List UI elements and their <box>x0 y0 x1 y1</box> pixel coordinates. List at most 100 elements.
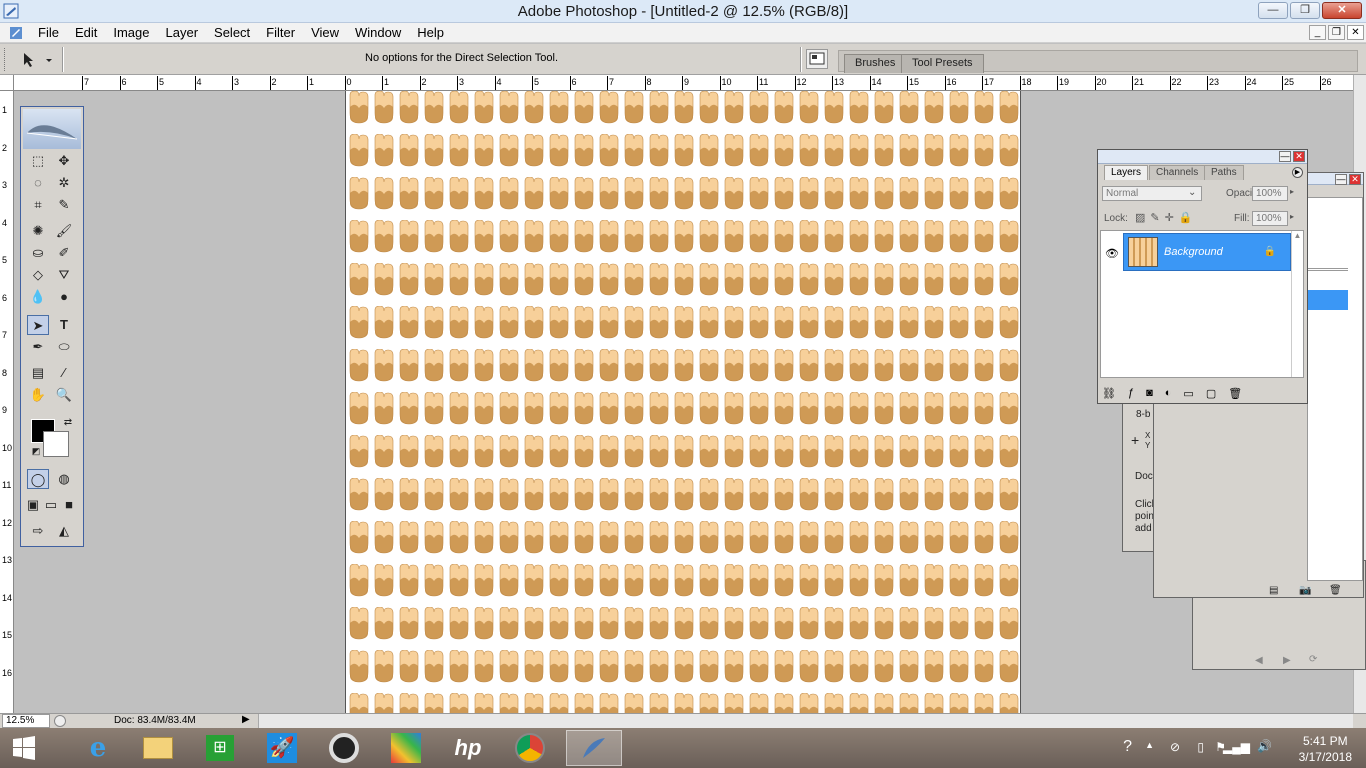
horizontal-scrollbar[interactable] <box>258 714 1353 728</box>
signal-icon[interactable]: ▂▄▆ <box>1223 740 1250 754</box>
layer-row-background[interactable]: Background 🔒 <box>1123 233 1291 271</box>
new-group-icon[interactable]: ▭ <box>1183 387 1193 400</box>
history-close-button[interactable]: ✕ <box>1349 174 1361 185</box>
opacity-input[interactable]: 100% <box>1252 186 1288 201</box>
tool-preset-picker[interactable] <box>20 50 60 70</box>
history-state-selected[interactable] <box>1308 290 1348 310</box>
tab-paths[interactable]: Paths <box>1204 165 1244 180</box>
standard-mode-icon[interactable]: ◯ <box>27 469 49 489</box>
nav-forward-icon[interactable]: ▶ <box>1283 655 1291 666</box>
ruler-origin[interactable] <box>0 75 14 91</box>
menu-select[interactable]: Select <box>206 25 258 41</box>
layers-scrollbar[interactable]: ▲ <box>1291 231 1303 377</box>
clone-stamp-icon[interactable]: ⛀ <box>27 243 49 263</box>
doc-close-button[interactable]: ✕ <box>1347 25 1364 40</box>
toolbox-header[interactable] <box>23 109 81 149</box>
tab-layers[interactable]: Layers <box>1104 165 1149 180</box>
menu-view[interactable]: View <box>303 25 347 41</box>
app-rocket-icon[interactable]: 🚀 <box>256 730 308 766</box>
layers-menu-icon[interactable]: ▶ <box>1292 167 1303 178</box>
nav-refresh-icon[interactable]: ⟳ <box>1309 654 1317 665</box>
blend-mode-select[interactable]: Normal <box>1102 186 1202 201</box>
menu-help[interactable]: Help <box>409 25 452 41</box>
history-new-doc-icon[interactable]: ▤ <box>1269 585 1278 596</box>
history-list[interactable] <box>1307 197 1363 581</box>
visibility-eye-icon[interactable]: 👁 <box>1105 247 1119 260</box>
tray-expand-icon[interactable]: ▲ <box>1145 740 1154 750</box>
history-snapshot-icon[interactable]: 📷 <box>1299 585 1311 596</box>
brush-tool-icon[interactable]: 🖌 <box>53 221 75 241</box>
move-tool-icon[interactable]: ✥ <box>53 151 75 171</box>
lasso-tool-icon[interactable]: ◌ <box>27 173 49 193</box>
notes-tool-icon[interactable]: ▤ <box>27 363 49 383</box>
help-icon[interactable]: ? <box>1123 738 1132 756</box>
photoshop-taskbar-icon[interactable] <box>566 730 622 766</box>
nav-back-icon[interactable]: ◀ <box>1255 655 1263 666</box>
menu-file[interactable]: File <box>30 25 67 41</box>
default-colors-icon[interactable]: ◩ <box>25 441 47 461</box>
eraser-tool-icon[interactable]: ◇ <box>27 265 49 285</box>
hp-icon[interactable]: hp <box>442 730 494 766</box>
history-minimize-button[interactable]: — <box>1335 174 1347 185</box>
horizontal-ruler[interactable]: 7 6 5 4 3 2 1 0 1 2 3 4 5 6 7 8 9 10 11 12 13 14 15 16 17 18 19 20 2… <box>14 75 1360 91</box>
pen-tool-icon[interactable]: ✒ <box>27 337 49 357</box>
vertical-ruler[interactable]: 1 2 3 4 5 6 7 8 9 10 11 12 13 14 15 16 <box>0 91 14 713</box>
screen-mode-full-icon[interactable]: ■ <box>61 495 77 515</box>
lock-icons[interactable]: ▨✎✛🔒 <box>1135 211 1198 224</box>
ie-icon[interactable]: e <box>72 730 124 766</box>
network-blocked-icon[interactable]: ⊘ <box>1170 740 1180 754</box>
blend-mode-chevron-icon[interactable]: ⌄ <box>1188 187 1196 198</box>
webcam-icon[interactable] <box>318 730 370 766</box>
imageready-jump-icon[interactable]: ⇨ <box>27 521 49 541</box>
quick-mask-icon[interactable]: ◍ <box>53 469 75 489</box>
layer-style-icon[interactable]: ƒ <box>1128 387 1134 399</box>
palette-toggle-icon[interactable] <box>806 49 828 69</box>
ellipse-tool-icon[interactable]: ⬭ <box>53 337 75 357</box>
fill-input[interactable]: 100% <box>1252 211 1288 226</box>
history-delete-icon[interactable]: 🗑 <box>1329 585 1342 596</box>
doc-restore-button[interactable]: ❐ <box>1328 25 1345 40</box>
file-explorer-icon[interactable] <box>132 730 184 766</box>
menu-layer[interactable]: Layer <box>158 25 207 41</box>
swap-colors-icon[interactable]: ⇄ <box>57 413 79 433</box>
document-icon[interactable] <box>8 25 24 41</box>
fill-slider-arrow-icon[interactable]: ▸ <box>1290 212 1294 221</box>
tab-channels[interactable]: Channels <box>1149 165 1206 180</box>
type-tool-icon[interactable]: T <box>53 315 75 335</box>
status-menu-icon[interactable] <box>54 715 66 727</box>
blur-tool-icon[interactable]: 💧 <box>27 287 49 307</box>
eyedropper-icon[interactable]: ⁄ <box>53 363 75 383</box>
dodge-tool-icon[interactable]: ● <box>53 287 75 307</box>
imageready-icon[interactable]: ◭ <box>53 521 75 541</box>
well-tab-brushes[interactable]: Brushes <box>844 54 907 73</box>
screen-mode-menu-icon[interactable]: ▭ <box>43 495 59 515</box>
chrome-icon[interactable] <box>504 730 556 766</box>
status-arrow-icon[interactable]: ▶ <box>242 714 250 725</box>
menu-window[interactable]: Window <box>347 25 409 41</box>
layers-minimize-button[interactable]: — <box>1279 151 1291 162</box>
battery-icon[interactable]: ▯ <box>1197 740 1204 754</box>
close-button[interactable]: ✕ <box>1322 2 1362 19</box>
zoom-tool-icon[interactable]: 🔍 <box>53 385 75 405</box>
direct-selection-tool-icon[interactable]: ➤ <box>27 315 49 335</box>
menu-filter[interactable]: Filter <box>258 25 303 41</box>
delete-layer-icon[interactable]: 🗑 <box>1228 387 1242 400</box>
screen-mode-standard-icon[interactable]: ▣ <box>25 495 41 515</box>
maximize-button[interactable]: ❐ <box>1290 2 1320 19</box>
menu-image[interactable]: Image <box>105 25 157 41</box>
well-tab-tool-presets[interactable]: Tool Presets <box>901 54 984 73</box>
layer-mask-icon[interactable]: ◙ <box>1146 387 1153 399</box>
marquee-tool-icon[interactable]: ⬚ <box>27 151 49 171</box>
volume-icon[interactable]: 🔊 <box>1257 739 1272 753</box>
minimize-button[interactable]: — <box>1258 2 1288 19</box>
new-layer-icon[interactable]: ▢ <box>1206 387 1216 400</box>
healing-brush-icon[interactable]: ✺ <box>27 221 49 241</box>
adjustment-layer-icon[interactable]: ◐ <box>1165 387 1172 399</box>
paint-bucket-icon[interactable]: ⛛ <box>53 265 75 285</box>
app-colorful-icon[interactable] <box>380 730 432 766</box>
layers-close-button[interactable]: ✕ <box>1293 151 1305 162</box>
crop-tool-icon[interactable]: ⌗ <box>27 195 49 215</box>
layers-palette-titlebar[interactable]: — ✕ <box>1098 150 1307 164</box>
menu-edit[interactable]: Edit <box>67 25 105 41</box>
doc-minimize-button[interactable]: _ <box>1309 25 1326 40</box>
